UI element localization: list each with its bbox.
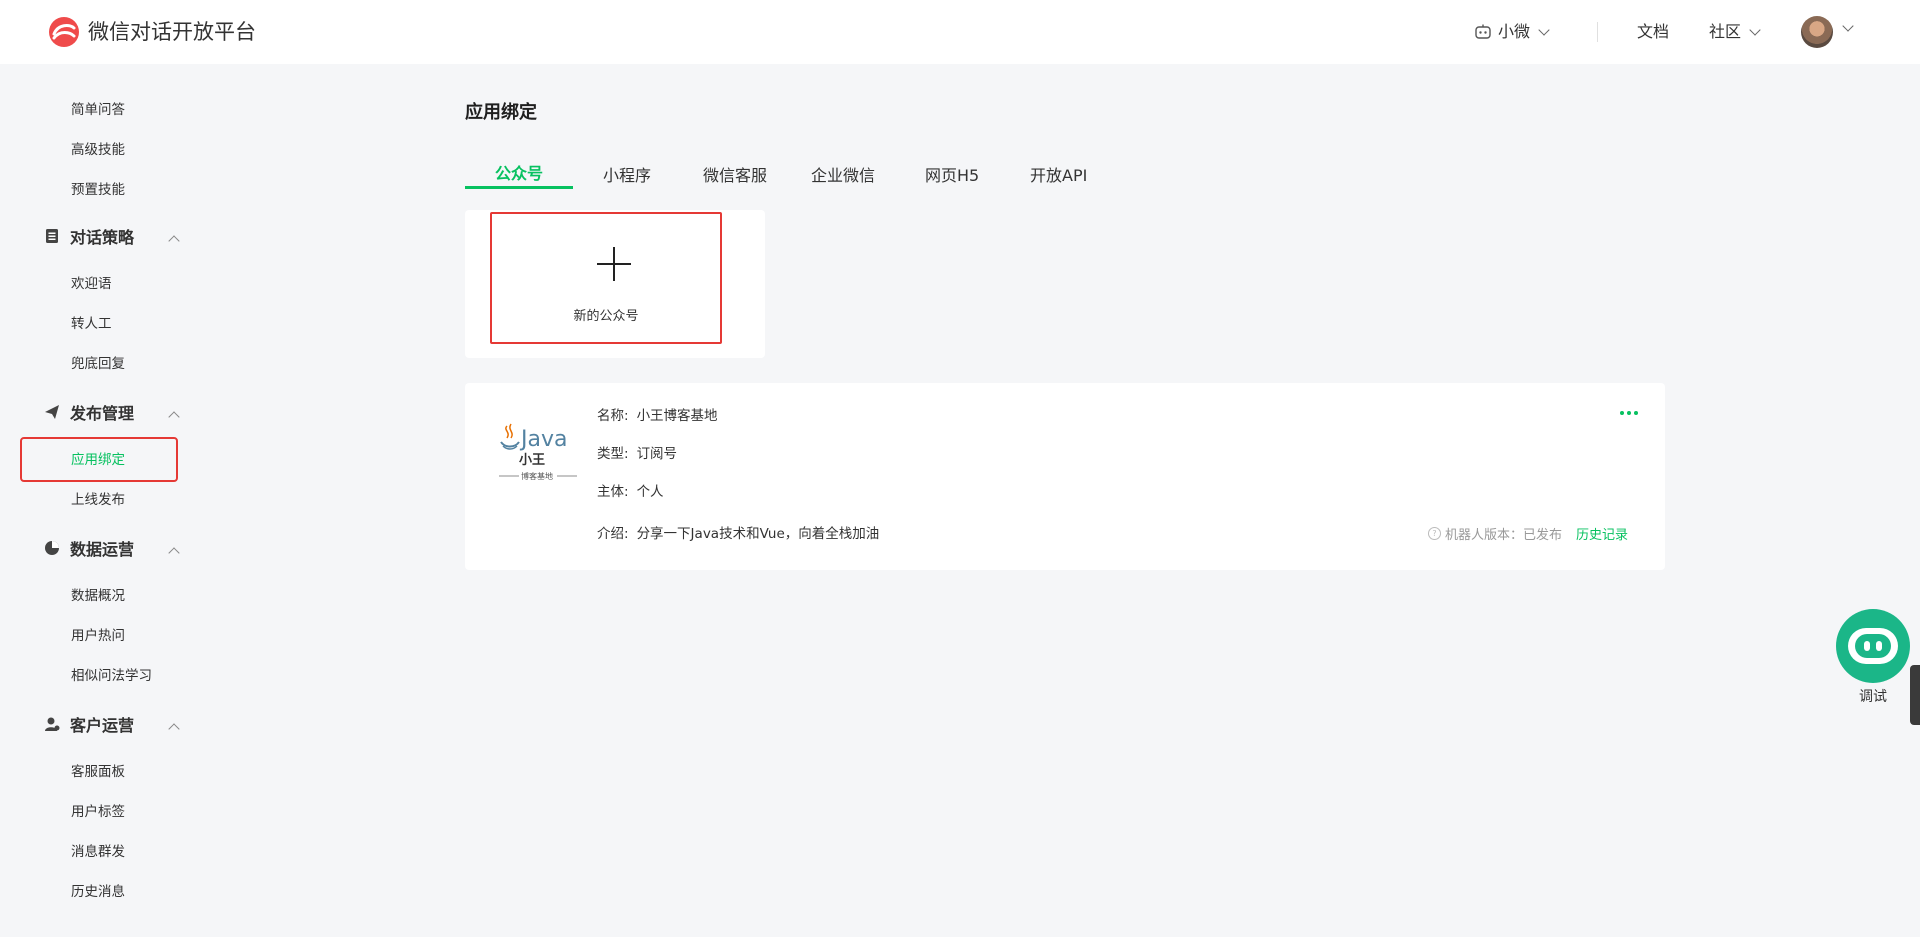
account-intro: 分享一下Java技术和Vue，向着全栈加油 [636,526,880,542]
sidebar-item-user-tags[interactable]: 用户标签 [71,802,125,822]
logo-caption: 博客基地 [521,471,553,481]
top-header: 微信对话开放平台 小微 文档 社区 [0,0,1920,64]
user-icon [45,717,60,731]
tab-wechat-service[interactable]: 微信客服 [703,164,767,188]
sidebar-item-history-message[interactable]: 历史消息 [71,882,125,902]
account-type-row: 类型: 订阅号 [597,446,678,462]
sidebar-item-data-overview[interactable]: 数据概况 [71,586,125,606]
sidebar-item-transfer-human[interactable]: 转人工 [71,314,112,334]
sidebar-item-service-panel[interactable]: 客服面板 [71,762,125,782]
chevron-up-icon[interactable] [168,411,180,423]
edge-panel-handle[interactable] [1910,665,1920,725]
robot-face [1855,634,1891,658]
sidebar: 简单问答 高级技能 预置技能 对话策略 欢迎语 转人工 兜底回复 发布管理 应用… [0,64,220,937]
sidebar-section-data-ops[interactable]: 数据运营 [44,536,134,560]
history-link[interactable]: 历史记录 [1576,524,1628,543]
sidebar-section-publish[interactable]: 发布管理 [44,400,134,424]
logo-text: Java [519,427,567,452]
account-name-row: 名称: 小王博客基地 [597,408,718,424]
chevron-down-icon [1749,24,1761,36]
chevron-down-icon [1538,24,1550,36]
brand-title[interactable]: 微信对话开放平台 [88,18,256,46]
plus-icon [613,247,615,281]
java-logo-icon: Java 小王 博客基地 [499,423,577,481]
user-avatar[interactable] [1801,16,1833,48]
robot-eye [1864,641,1870,651]
docs-link[interactable]: 文档 [1637,20,1669,44]
tab-mini-program[interactable]: 小程序 [603,164,651,188]
bot-switcher[interactable]: 小微 [1474,20,1550,44]
chevron-up-icon[interactable] [168,235,180,247]
bot-name: 小微 [1498,22,1531,41]
document-icon [46,229,58,243]
paper-plane-icon [45,405,59,419]
sidebar-item-simple-qa[interactable]: 简单问答 [71,100,125,120]
chevron-up-icon[interactable] [168,547,180,559]
sidebar-item-welcome[interactable]: 欢迎语 [71,274,112,294]
platform-logo-icon[interactable] [48,16,80,48]
header-divider [1597,22,1598,42]
sidebar-item-advanced-skill[interactable]: 高级技能 [71,140,125,160]
question-icon[interactable]: ? [1428,527,1441,540]
pie-chart-icon [45,541,59,555]
highlight-box-sidebar [20,437,178,482]
bot-version-info: ? 机器人版本：已发布 历史记录 [1428,524,1628,543]
sidebar-item-fallback-reply[interactable]: 兜底回复 [71,354,125,374]
sidebar-item-go-live[interactable]: 上线发布 [71,490,125,510]
account-subject: 个人 [636,484,664,500]
account-subject-row: 主体: 个人 [597,484,664,500]
tab-official-account[interactable]: 公众号 [495,162,543,186]
sidebar-section-dialog-strategy[interactable]: 对话策略 [44,224,134,248]
section-title: 客户运营 [70,716,135,735]
chevron-down-icon[interactable] [1842,20,1854,32]
robot-eye [1876,641,1882,651]
section-title: 对话策略 [70,228,135,247]
debug-label[interactable]: 调试 [1836,686,1910,706]
active-tab-indicator [465,186,573,189]
robot-icon [1475,24,1491,39]
logo-sub: 小王 [519,453,545,468]
more-options-icon[interactable] [1620,411,1638,415]
tab-open-api[interactable]: 开放API [1030,164,1087,188]
sidebar-item-mass-message[interactable]: 消息群发 [71,842,125,862]
sidebar-item-hot-questions[interactable]: 用户热问 [71,626,125,646]
tab-h5[interactable]: 网页H5 [925,164,979,188]
new-account-label: 新的公众号 [573,309,639,324]
section-title: 发布管理 [70,404,135,423]
tab-wecom[interactable]: 企业微信 [811,164,875,188]
add-account-button[interactable] [490,212,722,344]
sidebar-item-similar-questions[interactable]: 相似问法学习 [71,666,152,686]
community-menu[interactable]: 社区 [1709,20,1761,44]
sidebar-section-customer-ops[interactable]: 客户运营 [44,712,134,736]
sidebar-item-preset-skill[interactable]: 预置技能 [71,180,125,200]
account-name: 小王博客基地 [636,408,718,424]
chevron-up-icon[interactable] [168,723,180,735]
account-type: 订阅号 [636,446,678,462]
bot-version-label: 机器人版本：已发布 [1445,528,1563,543]
section-title: 数据运营 [70,540,135,559]
account-intro-row: 介绍: 分享一下Java技术和Vue，向着全栈加油 [597,526,880,542]
community-label: 社区 [1709,22,1742,41]
page-title: 应用绑定 [465,102,537,123]
